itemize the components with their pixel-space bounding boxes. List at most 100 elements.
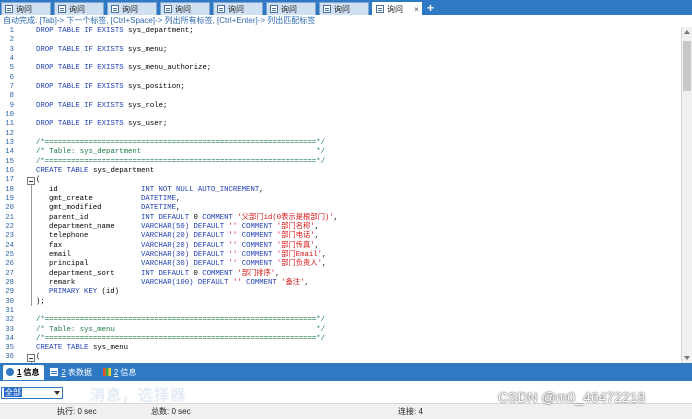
- code-token: sys_department: [92, 166, 155, 175]
- code-token: 0: [193, 213, 203, 222]
- result-tab[interactable]: 1 信息: [3, 364, 45, 380]
- code-text: gmt_modified DATETIME,: [49, 204, 180, 213]
- code-token: '部门电话': [276, 232, 315, 241]
- code-token: VARCHAR(100) DEFAULT: [140, 278, 233, 287]
- line-number: 28: [5, 278, 14, 287]
- line-number: 11: [5, 120, 14, 129]
- query-tab-bar: 询问 询问 询问 询问 询问 询问 询问 询问 × +: [0, 0, 692, 15]
- code-token: DATETIME: [140, 204, 176, 213]
- query-tab[interactable]: 询问: [160, 2, 210, 15]
- code-text: DROP TABLE IF EXISTS sys_position;: [36, 83, 185, 92]
- editor-vertical-scrollbar[interactable]: [681, 27, 692, 363]
- code-token: DROP TABLE IF EXISTS: [36, 101, 128, 110]
- line-number: 35: [5, 344, 14, 353]
- code-token: VARCHAR(30) DEFAULT: [140, 250, 229, 259]
- fold-collapse-icon[interactable]: [27, 354, 35, 363]
- line-number: 31: [5, 306, 14, 315]
- code-line: 31: [0, 307, 681, 316]
- code-token: /*======================================…: [36, 157, 326, 166]
- scroll-down-arrow-icon[interactable]: [684, 356, 690, 360]
- close-icon[interactable]: ×: [412, 5, 421, 14]
- code-token: '': [228, 260, 242, 269]
- code-token: COMMENT: [246, 278, 282, 287]
- code-line: 7 DROP TABLE IF EXISTS sys_position;: [0, 83, 681, 92]
- code-line: 22 department_name VARCHAR(50) DEFAULT ''…: [0, 223, 681, 232]
- message-filter-select[interactable]: 全部: [1, 387, 63, 399]
- code-line: 20 gmt_modified DATETIME,: [0, 204, 681, 213]
- query-tab[interactable]: 询问 ×: [372, 2, 422, 15]
- sql-editor[interactable]: 1 DROP TABLE IF EXISTS sys_department; 2 3 D…: [0, 27, 681, 363]
- code-line: 8: [0, 92, 681, 101]
- query-tab-label: 询问: [334, 4, 350, 14]
- scrollbar-thumb[interactable]: [683, 41, 691, 91]
- query-tab[interactable]: 询问: [1, 2, 51, 15]
- code-token: /* Table: sys_department */: [36, 148, 326, 157]
- line-number: 33: [5, 325, 14, 334]
- line-number: 16: [5, 166, 14, 175]
- code-token: ,: [176, 204, 181, 213]
- query-tab-label: 询问: [175, 4, 191, 14]
- code-text: telephone VARCHAR(20) DEFAULT '' COMMENT…: [49, 232, 319, 241]
- scroll-up-arrow-icon[interactable]: [684, 30, 690, 34]
- code-line: 21 parent_id INT DEFAULT 0 COMMENT '父部门id…: [0, 214, 681, 223]
- code-token: '': [228, 241, 242, 250]
- query-tab[interactable]: 询问: [54, 2, 104, 15]
- line-number: 6: [9, 73, 14, 82]
- query-tab[interactable]: 询问: [107, 2, 157, 15]
- line-number: 2: [9, 36, 14, 45]
- code-token: PRIMARY KEY: [49, 288, 102, 297]
- code-line: 18 id INT NOT NULL AUTO_INCREMENT,: [0, 186, 681, 195]
- code-token: ,: [304, 278, 309, 287]
- code-token: ,: [333, 213, 339, 222]
- grid-icon: [50, 368, 59, 376]
- line-number: 8: [9, 92, 14, 101]
- fold-collapse-icon[interactable]: [27, 177, 35, 186]
- code-text: PRIMARY KEY (id): [49, 288, 119, 297]
- code-token: '部门负责人': [276, 260, 322, 269]
- code-token: ,: [275, 269, 280, 278]
- query-tab[interactable]: 询问: [319, 2, 369, 15]
- code-text: DROP TABLE IF EXISTS sys_department;: [36, 27, 194, 36]
- query-document-icon: [111, 5, 119, 13]
- line-number: 21: [5, 213, 14, 222]
- result-tab-number: 2: [113, 367, 119, 377]
- code-token: INT DEFAULT: [140, 213, 194, 222]
- chart-icon: [102, 368, 111, 376]
- result-tab[interactable]: 2 信息: [100, 365, 141, 380]
- exec-time: 执行: 0 sec: [57, 407, 97, 416]
- query-tab[interactable]: 询问: [213, 2, 263, 15]
- line-number: 1: [9, 27, 14, 35]
- info-icon: [6, 368, 14, 376]
- code-token: (: [36, 353, 41, 362]
- query-document-icon: [376, 5, 384, 13]
- line-number: 24: [5, 241, 14, 250]
- code-line: 14 /* Table: sys_department */: [0, 148, 681, 157]
- status-bar: 执行: 0 sec 总数: 0 sec 连接: 4: [0, 403, 692, 419]
- query-tab[interactable]: 询问: [266, 2, 316, 15]
- code-token: '': [228, 232, 242, 241]
- code-token: sys_user;: [127, 120, 168, 129]
- code-line: 13 /*====================================…: [0, 139, 681, 148]
- code-token: /*======================================…: [36, 138, 326, 147]
- code-token: ,: [314, 222, 320, 231]
- code-token: sys_role;: [127, 101, 168, 110]
- line-number: 12: [5, 129, 14, 138]
- result-panel-tabs: 1 信息 2 表数据 2 信息: [0, 363, 692, 381]
- code-token: '': [228, 222, 242, 231]
- line-number: 5: [9, 64, 14, 73]
- code-line: 5 DROP TABLE IF EXISTS sys_menu_authorize…: [0, 64, 681, 73]
- code-text: parent_id INT DEFAULT 0 COMMENT '父部门id(0…: [49, 214, 338, 223]
- code-line: 17 (: [0, 176, 681, 186]
- result-tab[interactable]: 2 表数据: [47, 365, 96, 380]
- code-text: department_sort INT DEFAULT 0 COMMENT '部…: [49, 270, 280, 279]
- code-line: 33 /* Table: sys_menu */: [0, 326, 681, 335]
- line-number: 36: [5, 353, 14, 362]
- line-number: 25: [5, 250, 14, 259]
- code-text: /*======================================…: [36, 158, 325, 167]
- code-line: 15 /*====================================…: [0, 158, 681, 167]
- line-number: 29: [5, 288, 14, 297]
- code-text: (: [36, 353, 40, 362]
- line-number: 4: [9, 54, 14, 63]
- add-tab-icon[interactable]: +: [427, 2, 434, 15]
- code-token: ,: [314, 241, 320, 250]
